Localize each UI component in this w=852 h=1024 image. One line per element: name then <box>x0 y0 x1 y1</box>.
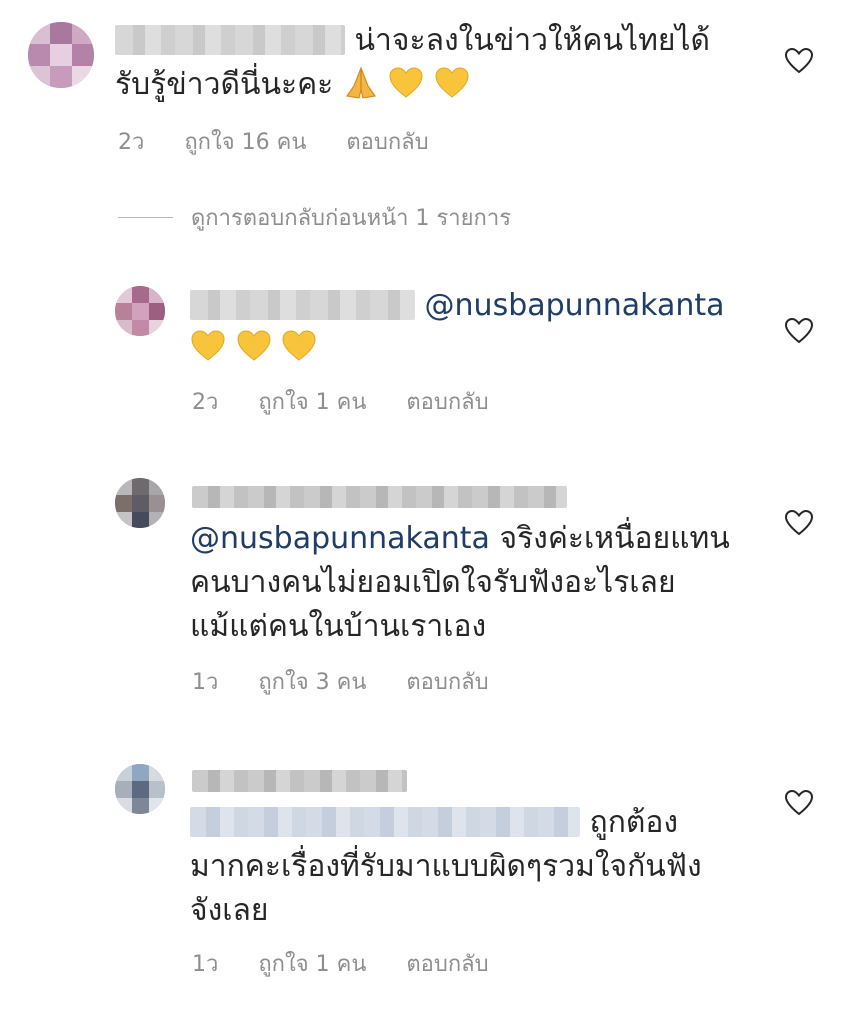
comment-text: รับรู้ข่าวดีนี่นะคะ <box>115 62 470 114</box>
comment-text: @nusbapunnakanta จริงค่ะเหนื่อยแทน <box>190 516 730 562</box>
avatar[interactable] <box>115 286 165 336</box>
comment-text-line: น่าจะลงในข่าวให้คนไทยได้ <box>354 23 710 58</box>
comment-meta: 1ว ถูกใจ 3 คน ตอบกลับ <box>192 664 489 699</box>
yellow-heart-icon <box>236 329 272 377</box>
reply-button[interactable]: ตอบกลับ <box>406 946 488 981</box>
comment-text-line: จริงค่ะเหนื่อยแทน <box>489 521 730 556</box>
comment-time: 2ว <box>192 390 219 415</box>
comment-meta: 2ว ถูกใจ 1 คน ตอบกลับ <box>192 384 489 419</box>
yellow-heart-icon <box>190 329 226 377</box>
comment-text <box>190 325 317 377</box>
avatar[interactable] <box>115 478 165 528</box>
likes-count[interactable]: ถูกใจ 1 คน <box>258 946 366 981</box>
avatar[interactable] <box>115 764 165 814</box>
comment-text-line: คนบางคนไม่ยอมเปิดใจรับฟังอะไรเลย <box>190 565 676 600</box>
comment-time: 2ว <box>118 130 145 155</box>
yellow-heart-icon <box>434 66 470 114</box>
divider <box>118 217 173 218</box>
view-previous-label[interactable]: ดูการตอบกลับก่อนหน้า 1 รายการ <box>191 200 511 235</box>
comment-text-line: รับรู้ข่าวดีนี่นะคะ <box>115 67 334 102</box>
username[interactable] <box>190 290 415 320</box>
comment-time: 1ว <box>192 952 219 977</box>
pray-emoji-icon <box>343 66 379 114</box>
reply-button[interactable]: ตอบกลับ <box>406 664 488 699</box>
like-heart-icon[interactable] <box>784 788 814 818</box>
comment-meta: 2ว ถูกใจ 16 คน ตอบกลับ <box>118 124 429 159</box>
yellow-heart-icon <box>388 66 424 114</box>
like-heart-icon[interactable] <box>784 316 814 346</box>
like-heart-icon[interactable] <box>784 46 814 76</box>
mention-link[interactable]: @nusbapunnakanta <box>425 288 725 323</box>
comment-meta: 1ว ถูกใจ 1 คน ตอบกลับ <box>192 946 489 981</box>
like-heart-icon[interactable] <box>784 508 814 538</box>
mention-link[interactable] <box>190 807 580 837</box>
comment-text: ถูกต้อง <box>190 800 678 846</box>
mention-link[interactable]: @nusbapunnakanta <box>190 521 490 556</box>
avatar[interactable] <box>28 22 94 88</box>
comment-text-line: มากคะเรื่องที่รับมาแบบผิดๆรวมใจกันฟัง <box>190 849 702 884</box>
likes-count[interactable]: ถูกใจ 16 คน <box>184 124 306 159</box>
comment-text: น่าจะลงในข่าวให้คนไทยได้ <box>115 18 710 64</box>
username[interactable] <box>192 486 567 508</box>
view-previous-replies[interactable]: ดูการตอบกลับก่อนหน้า 1 รายการ <box>118 200 511 235</box>
comment-text-line: ถูกต้อง <box>589 805 679 840</box>
likes-count[interactable]: ถูกใจ 3 คน <box>258 664 366 699</box>
comment-text: @nusbapunnakanta <box>190 283 725 329</box>
yellow-heart-icon <box>281 329 317 377</box>
reply-button[interactable]: ตอบกลับ <box>406 384 488 419</box>
comment-time: 1ว <box>192 670 219 695</box>
comment-text-line: จังเลย <box>190 893 269 928</box>
username[interactable] <box>192 770 407 792</box>
username[interactable] <box>115 25 345 55</box>
reply-button[interactable]: ตอบกลับ <box>346 124 428 159</box>
likes-count[interactable]: ถูกใจ 1 คน <box>258 384 366 419</box>
comment-text-line: แม้แต่คนในบ้านเราเอง <box>190 609 487 644</box>
